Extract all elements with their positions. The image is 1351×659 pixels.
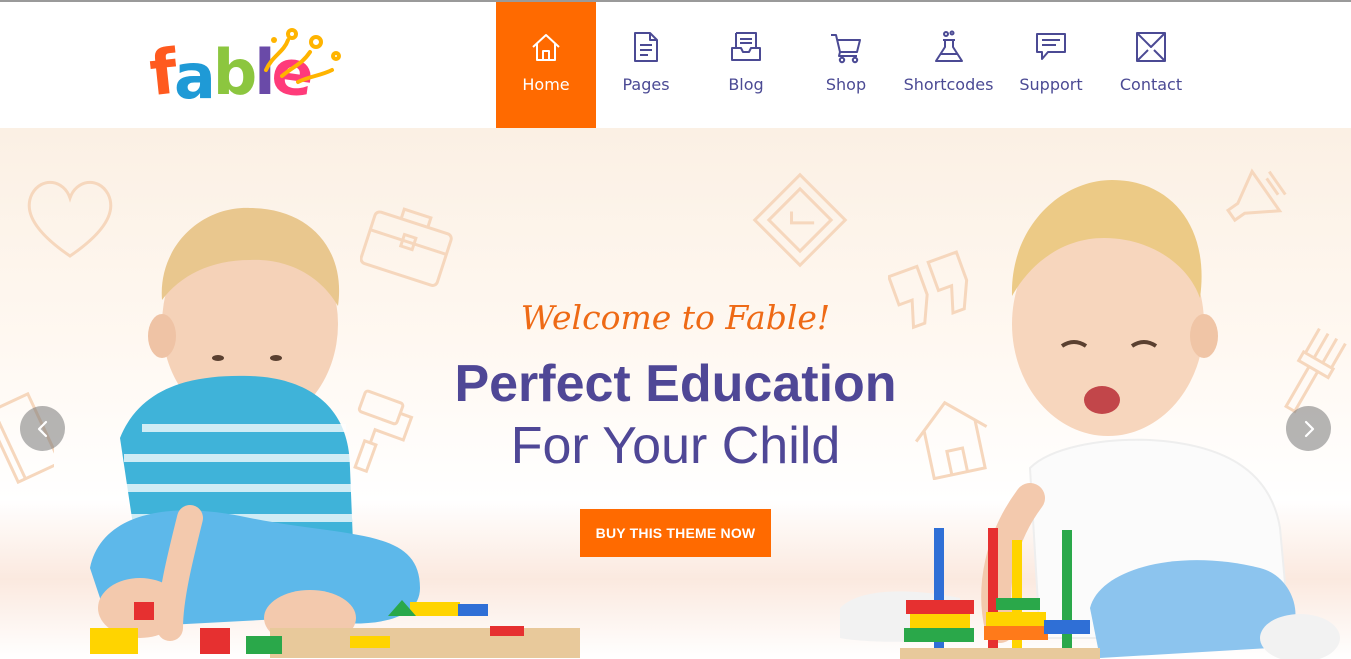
nav-item-shop[interactable]: Shop (796, 2, 896, 128)
flask-icon (934, 30, 963, 62)
chat-icon (1036, 33, 1066, 60)
slider-prev-button[interactable] (20, 406, 65, 451)
slider-next-button[interactable] (1286, 406, 1331, 451)
logo-letter-a: a (173, 40, 216, 113)
hero-headline: Perfect Education (454, 355, 897, 413)
nav-label-contact: Contact (1119, 75, 1183, 94)
hero-subline: For Your Child (510, 417, 841, 475)
brand-logo[interactable]: f a b l e (146, 26, 342, 113)
nav-item-contact[interactable]: Contact (1101, 2, 1201, 128)
nav-label-shortcodes: Shortcodes (903, 75, 994, 94)
nav-label-shop: Shop (825, 75, 867, 94)
nav-label-blog: Blog (728, 75, 764, 94)
logo-letter-f: f (146, 34, 178, 111)
buy-theme-button[interactable]: BUY THIS THEME NOW (580, 509, 771, 557)
nav-item-support[interactable]: Support (1001, 2, 1101, 128)
logo-letter-b: b (212, 36, 257, 109)
welcome-heading: Welcome to Fable! (520, 298, 831, 337)
nav-label-home: Home (522, 75, 570, 94)
site-header: f a b l e Home Pages Blog Shop Shortcode… (0, 2, 1351, 128)
document-icon (634, 32, 658, 62)
chevron-left-icon (37, 420, 47, 437)
main-nav: Home Pages Blog Shop Shortcodes Support … (496, 2, 1201, 128)
nav-label-support: Support (1019, 75, 1083, 94)
chevron-right-icon (1304, 420, 1314, 437)
splash-icon (264, 28, 341, 84)
home-icon (532, 34, 560, 61)
envelope-icon (1136, 32, 1166, 62)
cart-icon (831, 34, 861, 64)
nav-item-blog[interactable]: Blog (696, 2, 796, 128)
hero-slider: Welcome to Fable! Perfect Education For … (0, 128, 1351, 659)
inbox-icon (731, 32, 761, 61)
nav-item-shortcodes[interactable]: Shortcodes (896, 2, 1001, 128)
nav-item-pages[interactable]: Pages (596, 2, 696, 128)
nav-item-home[interactable]: Home (496, 2, 596, 128)
nav-label-pages: Pages (622, 75, 670, 94)
